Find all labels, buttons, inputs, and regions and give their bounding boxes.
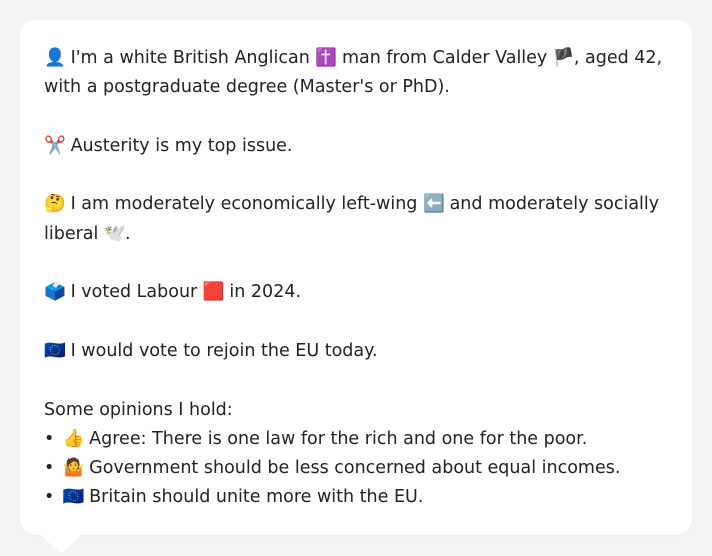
ballot-box-icon: 🗳️ bbox=[44, 282, 66, 303]
red-square-icon: 🟥 bbox=[202, 282, 225, 303]
bullet: • bbox=[44, 487, 55, 508]
eu-line: 🇪🇺 I would vote to rejoin the EU today. bbox=[44, 337, 668, 366]
cross-icon: ✝️ bbox=[315, 48, 338, 68]
profile-text-2: man from Calder Valley bbox=[341, 48, 548, 68]
opinion-text: Government should be less concerned abou… bbox=[89, 458, 621, 479]
ideology-text-1: I am moderately economically left-wing bbox=[70, 194, 418, 215]
opinions-heading: Some opinions I hold: bbox=[44, 399, 233, 420]
shrug-icon: 🤷 bbox=[62, 458, 85, 479]
opinion-item: • 👍 Agree: There is one law for the rich… bbox=[44, 425, 668, 454]
eu-flag-icon: 🇪🇺 bbox=[44, 340, 66, 361]
vote-line: 🗳️ I voted Labour 🟥 in 2024. bbox=[44, 278, 668, 307]
left-arrow-icon: ⬅️ bbox=[423, 194, 445, 215]
opinion-text: Britain should unite more with the EU. bbox=[89, 487, 424, 508]
ideology-text-3: . bbox=[124, 223, 131, 244]
ideology-line: 🤔 I am moderately economically left-wing… bbox=[44, 190, 668, 249]
profile-line: 👤 I'm a white British Anglican ✝️ man fr… bbox=[44, 44, 668, 103]
opinion-item: • 🤷 Government should be less concerned … bbox=[44, 454, 668, 483]
message-bubble: 👤 I'm a white British Anglican ✝️ man fr… bbox=[20, 20, 692, 535]
vote-text-2: in 2024. bbox=[229, 282, 302, 303]
bubble-tail bbox=[40, 534, 82, 554]
eu-text: I would vote to rejoin the EU today. bbox=[70, 340, 378, 361]
thinking-face-icon: 🤔 bbox=[44, 194, 66, 215]
thumbs-up-icon: 👍 bbox=[62, 428, 85, 449]
dove-icon: 🕊️ bbox=[103, 223, 126, 244]
profile-text-1: I'm a white British Anglican bbox=[70, 48, 310, 68]
eu-flag-icon: 🇪🇺 bbox=[62, 487, 85, 508]
top-issue-line: ✂️ Austerity is my top issue. bbox=[44, 132, 668, 161]
opinion-item: • 🇪🇺 Britain should unite more with the … bbox=[44, 483, 668, 512]
scissors-icon: ✂️ bbox=[44, 135, 66, 156]
bullet: • bbox=[44, 458, 55, 479]
person-icon: 👤 bbox=[44, 48, 66, 68]
top-issue-text: Austerity is my top issue. bbox=[70, 135, 293, 156]
bullet: • bbox=[44, 428, 55, 449]
opinion-text: Agree: There is one law for the rich and… bbox=[89, 428, 588, 449]
vote-text-1: I voted Labour bbox=[70, 282, 198, 303]
england-flag-icon: 🏴 bbox=[552, 48, 575, 68]
